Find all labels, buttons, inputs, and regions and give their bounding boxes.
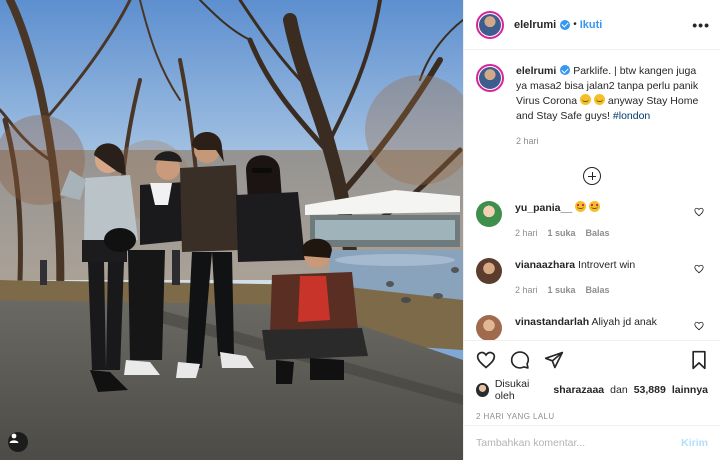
commenter-avatar[interactable] bbox=[476, 258, 502, 284]
comment-time[interactable]: 2 hari bbox=[515, 283, 538, 297]
heart-eyes-emoji-icon bbox=[575, 201, 587, 212]
comment-reply-button[interactable]: Balas bbox=[586, 283, 610, 297]
likes-summary[interactable]: Disukai oleh sharazaaa dan 53,889 lainny… bbox=[476, 378, 708, 402]
author-avatar[interactable] bbox=[476, 10, 504, 39]
comment-username[interactable]: vinastandarlah bbox=[515, 316, 589, 328]
likes-conjunction: dan bbox=[610, 384, 628, 396]
share-paper-plane-icon[interactable] bbox=[544, 350, 564, 370]
header-separator: • bbox=[573, 19, 577, 30]
caption-hashtag-link[interactable]: #london bbox=[613, 110, 650, 122]
author-username[interactable]: elelrumi bbox=[514, 19, 556, 31]
grin-emoji-icon bbox=[593, 94, 605, 105]
comment-text: Aliyah jd anak bbox=[591, 316, 657, 328]
comment-time[interactable]: 2 hari bbox=[515, 226, 538, 240]
comment-item: vinastandarlah Aliyah jd anak bbox=[476, 315, 708, 340]
bookmark-icon[interactable] bbox=[690, 350, 708, 370]
comment-like-heart-icon[interactable] bbox=[694, 321, 704, 331]
comment-bubble-icon[interactable] bbox=[510, 350, 530, 370]
likes-suffix[interactable]: lainnya bbox=[672, 384, 708, 396]
comment-like-heart-icon[interactable] bbox=[694, 264, 704, 274]
likes-count[interactable]: 53,889 bbox=[634, 384, 666, 396]
post-comment-button[interactable]: Kirim bbox=[681, 437, 708, 449]
post-side-panel: elelrumi • Ikuti ••• elelrumi Parklife. … bbox=[463, 0, 720, 460]
comments-scroll-area[interactable]: elelrumi Parklife. | btw kangen juga ya … bbox=[464, 50, 720, 340]
first-liker-username[interactable]: sharazaaa bbox=[553, 384, 604, 396]
post-photo[interactable] bbox=[0, 0, 463, 460]
comment-like-heart-icon[interactable] bbox=[694, 207, 704, 217]
comment-reply-button[interactable]: Balas bbox=[586, 226, 610, 240]
follow-button[interactable]: Ikuti bbox=[580, 19, 603, 31]
comment-like-count[interactable]: 1 suka bbox=[548, 226, 576, 240]
comment-input[interactable] bbox=[476, 437, 666, 449]
post-photo-illustration bbox=[0, 0, 463, 460]
action-bar bbox=[476, 349, 708, 371]
post-caption: elelrumi Parklife. | btw kangen juga ya … bbox=[476, 64, 708, 149]
more-options-icon[interactable]: ••• bbox=[692, 17, 710, 33]
commenter-avatar[interactable] bbox=[476, 315, 502, 340]
user-tag-button[interactable] bbox=[8, 432, 28, 452]
commenter-avatar[interactable] bbox=[476, 201, 502, 227]
post-actions-area: Disukai oleh sharazaaa dan 53,889 lainny… bbox=[464, 340, 720, 425]
verified-badge-icon bbox=[560, 19, 571, 30]
verified-badge-icon bbox=[560, 65, 571, 75]
comment-like-count[interactable]: 1 suka bbox=[548, 283, 576, 297]
user-tag-icon bbox=[9, 433, 19, 443]
post-header: elelrumi • Ikuti ••• bbox=[464, 0, 720, 50]
heart-eyes-emoji-icon bbox=[589, 201, 601, 212]
caption-author-avatar[interactable] bbox=[476, 64, 504, 92]
plus-circle-icon bbox=[583, 167, 601, 185]
grin-emoji-icon bbox=[580, 94, 592, 105]
load-more-comments[interactable] bbox=[476, 167, 708, 185]
liker-avatar bbox=[476, 383, 489, 397]
comment-item: vianaazhara Introvert win 2 hari 1 suka … bbox=[476, 258, 708, 297]
comment-text: Introvert win bbox=[578, 259, 636, 271]
add-comment-box: Kirim bbox=[464, 425, 720, 460]
caption-username[interactable]: elelrumi bbox=[516, 65, 556, 77]
comment-item: yu_pania__ 2 hari 1 suka Balas bbox=[476, 201, 708, 240]
comment-username[interactable]: vianaazhara bbox=[515, 259, 575, 271]
post-date[interactable]: 2 HARI YANG LALU bbox=[476, 412, 708, 421]
like-heart-icon[interactable] bbox=[476, 350, 496, 370]
likes-prefix: Disukai oleh bbox=[494, 378, 530, 402]
comment-username[interactable]: yu_pania__ bbox=[515, 202, 572, 214]
caption-timestamp[interactable]: 2 hari bbox=[516, 134, 706, 149]
